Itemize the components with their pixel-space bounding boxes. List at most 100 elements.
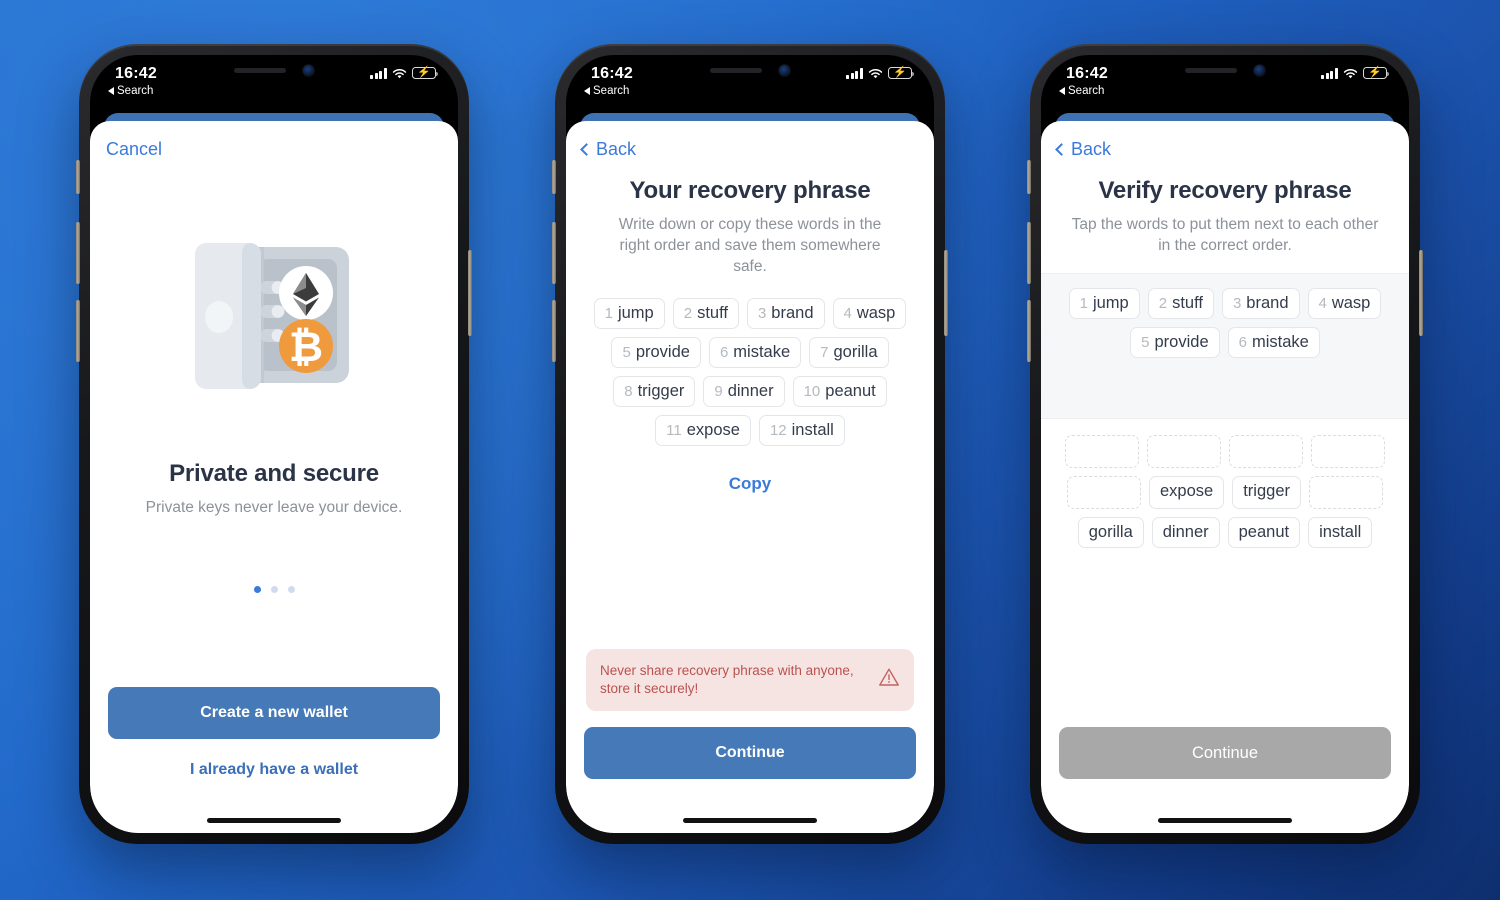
wifi-icon <box>1343 68 1358 79</box>
volume-down-button[interactable] <box>552 300 556 362</box>
warning-triangle-icon <box>878 667 900 692</box>
onboarding-footer: Create a new wallet I already have a wal… <box>90 687 458 833</box>
earpiece-speaker-icon <box>233 67 286 73</box>
battery-charging-icon: ⚡ <box>888 67 915 79</box>
status-back-to-search[interactable]: Search <box>1059 85 1104 97</box>
earpiece-speaker-icon <box>709 67 762 73</box>
status-bar: 16:42 Search ⚡ <box>90 55 458 113</box>
phrase-word-chip[interactable]: 6 mistake <box>708 336 802 368</box>
phrase-word-chip[interactable]: 2 stuff <box>672 297 739 329</box>
power-button[interactable] <box>944 250 948 336</box>
power-button[interactable] <box>1419 250 1423 336</box>
phrase-word-chip[interactable]: 7 gorilla <box>809 336 889 368</box>
pool-word-chip[interactable]: peanut <box>1227 516 1301 548</box>
status-indicators: ⚡ <box>370 67 439 79</box>
triangle-left-icon <box>108 87 114 95</box>
screen-onboarding: 16:42 Search ⚡ Cancel ₿ Private and secu… <box>90 55 458 833</box>
selected-word-chip[interactable]: 3 brand <box>1221 287 1300 319</box>
empty-word-slot[interactable] <box>1147 434 1221 468</box>
selected-words-list: 1 jump 2 stuff 3 brand 4 wasp 5 provide 6 mist… <box>1055 287 1395 358</box>
home-indicator[interactable] <box>683 818 817 823</box>
silence-switch[interactable] <box>76 160 80 194</box>
phrase-word-chip[interactable]: 5 provide <box>611 336 701 368</box>
pool-word-chip[interactable]: dinner <box>1151 516 1220 548</box>
status-back-to-search[interactable]: Search <box>108 85 153 97</box>
word-pool: expose trigger gorilla dinner peanut ins… <box>1041 419 1409 548</box>
front-camera-icon <box>301 63 315 77</box>
page-subtitle: Write down or copy these words in the ri… <box>618 216 882 275</box>
status-back-label: Search <box>117 85 154 97</box>
phrase-word-chip[interactable]: 4 wasp <box>832 297 907 329</box>
already-have-wallet-button[interactable]: I already have a wallet <box>108 761 440 779</box>
pager-dot-2[interactable] <box>270 586 278 594</box>
word-pool-row: gorilla dinner peanut install <box>1055 516 1395 548</box>
volume-up-button[interactable] <box>1027 222 1031 284</box>
empty-word-slot[interactable] <box>1067 475 1141 509</box>
app-sheet: Back Your recovery phrase Write down or … <box>566 121 934 833</box>
phrase-word-chip[interactable]: 3 brand <box>746 297 825 329</box>
cellular-bars-icon <box>846 68 863 79</box>
recovery-phrase-word-list: 1 jump 2 stuff 3 brand 4 wasp 5 provide 6 mist… <box>580 297 920 446</box>
phone-verify-recovery-phrase: 16:42 Search ⚡ Back Verify recovery phra… <box>1027 44 1423 844</box>
phrase-word-chip[interactable]: 12 install <box>758 414 845 446</box>
back-button[interactable]: Back <box>580 139 636 160</box>
app-sheet: Back Verify recovery phrase Tap the word… <box>1041 121 1409 833</box>
volume-up-button[interactable] <box>552 222 556 284</box>
phrase-word-chip[interactable]: 8 trigger <box>613 375 696 407</box>
continue-button[interactable]: Continue <box>1059 727 1391 779</box>
screen-verify-recovery-phrase: 16:42 Search ⚡ Back Verify recovery phra… <box>1041 55 1409 833</box>
pager-dot-1[interactable] <box>253 586 261 594</box>
power-button[interactable] <box>468 250 472 336</box>
selected-word-chip[interactable]: 6 mistake <box>1227 326 1320 358</box>
phrase-word-chip[interactable]: 10 peanut <box>792 375 887 407</box>
volume-down-button[interactable] <box>1027 300 1031 362</box>
pool-word-chip[interactable]: install <box>1308 516 1373 548</box>
word-pool-row <box>1055 434 1395 468</box>
empty-word-slot[interactable] <box>1311 434 1385 468</box>
cellular-bars-icon <box>370 68 387 79</box>
front-camera-icon <box>1252 63 1266 77</box>
selected-word-chip[interactable]: 4 wasp <box>1307 287 1382 319</box>
screen-recovery-phrase: 16:42 Search ⚡ Back Your recovery phrase… <box>566 55 934 833</box>
phrase-word-chip[interactable]: 9 dinner <box>703 375 785 407</box>
safe-with-crypto-coins-illustration: ₿ <box>189 241 359 396</box>
empty-word-slot[interactable] <box>1309 475 1383 509</box>
copy-button[interactable]: Copy <box>580 474 920 494</box>
pool-word-chip[interactable]: gorilla <box>1077 516 1144 548</box>
silence-switch[interactable] <box>552 160 556 194</box>
pool-word-chip[interactable]: trigger <box>1232 475 1301 509</box>
phrase-word-chip[interactable]: 11 expose <box>655 414 751 446</box>
volume-up-button[interactable] <box>76 222 80 284</box>
empty-word-slot[interactable] <box>1229 434 1303 468</box>
battery-charging-icon: ⚡ <box>412 67 439 79</box>
pager-dot-3[interactable] <box>287 586 295 594</box>
empty-word-slot[interactable] <box>1065 434 1139 468</box>
silence-switch[interactable] <box>1027 160 1031 194</box>
onboarding-body: ₿ Private and secure Private keys never … <box>90 177 458 687</box>
create-new-wallet-button[interactable]: Create a new wallet <box>108 687 440 739</box>
chevron-left-icon <box>1055 142 1068 156</box>
wifi-icon <box>868 68 883 79</box>
status-back-label: Search <box>1068 85 1105 97</box>
volume-down-button[interactable] <box>76 300 80 362</box>
selected-word-chip[interactable]: 5 provide <box>1130 326 1220 358</box>
page-title: Verify recovery phrase <box>1098 177 1352 204</box>
status-time: 16:42 <box>115 65 157 82</box>
back-button[interactable]: Back <box>1055 139 1111 160</box>
pager-dots[interactable] <box>253 586 295 594</box>
selected-word-chip[interactable]: 2 stuff <box>1147 287 1214 319</box>
continue-button[interactable]: Continue <box>584 727 916 779</box>
battery-charging-icon: ⚡ <box>1363 67 1390 79</box>
phrase-word-chip[interactable]: 1 jump <box>593 297 665 329</box>
home-indicator[interactable] <box>207 818 341 823</box>
status-indicators: ⚡ <box>1321 67 1390 79</box>
cancel-label: Cancel <box>106 138 163 159</box>
page-title: Your recovery phrase <box>629 177 871 204</box>
page-subtitle: Tap the words to put them next to each o… <box>1071 216 1379 254</box>
home-indicator[interactable] <box>1158 818 1292 823</box>
selected-word-chip[interactable]: 1 jump <box>1068 287 1140 319</box>
status-back-to-search[interactable]: Search <box>584 85 629 97</box>
pool-word-chip[interactable]: expose <box>1149 475 1225 509</box>
cancel-button[interactable]: Cancel <box>106 139 162 160</box>
navigation-bar: Back <box>1041 121 1409 177</box>
